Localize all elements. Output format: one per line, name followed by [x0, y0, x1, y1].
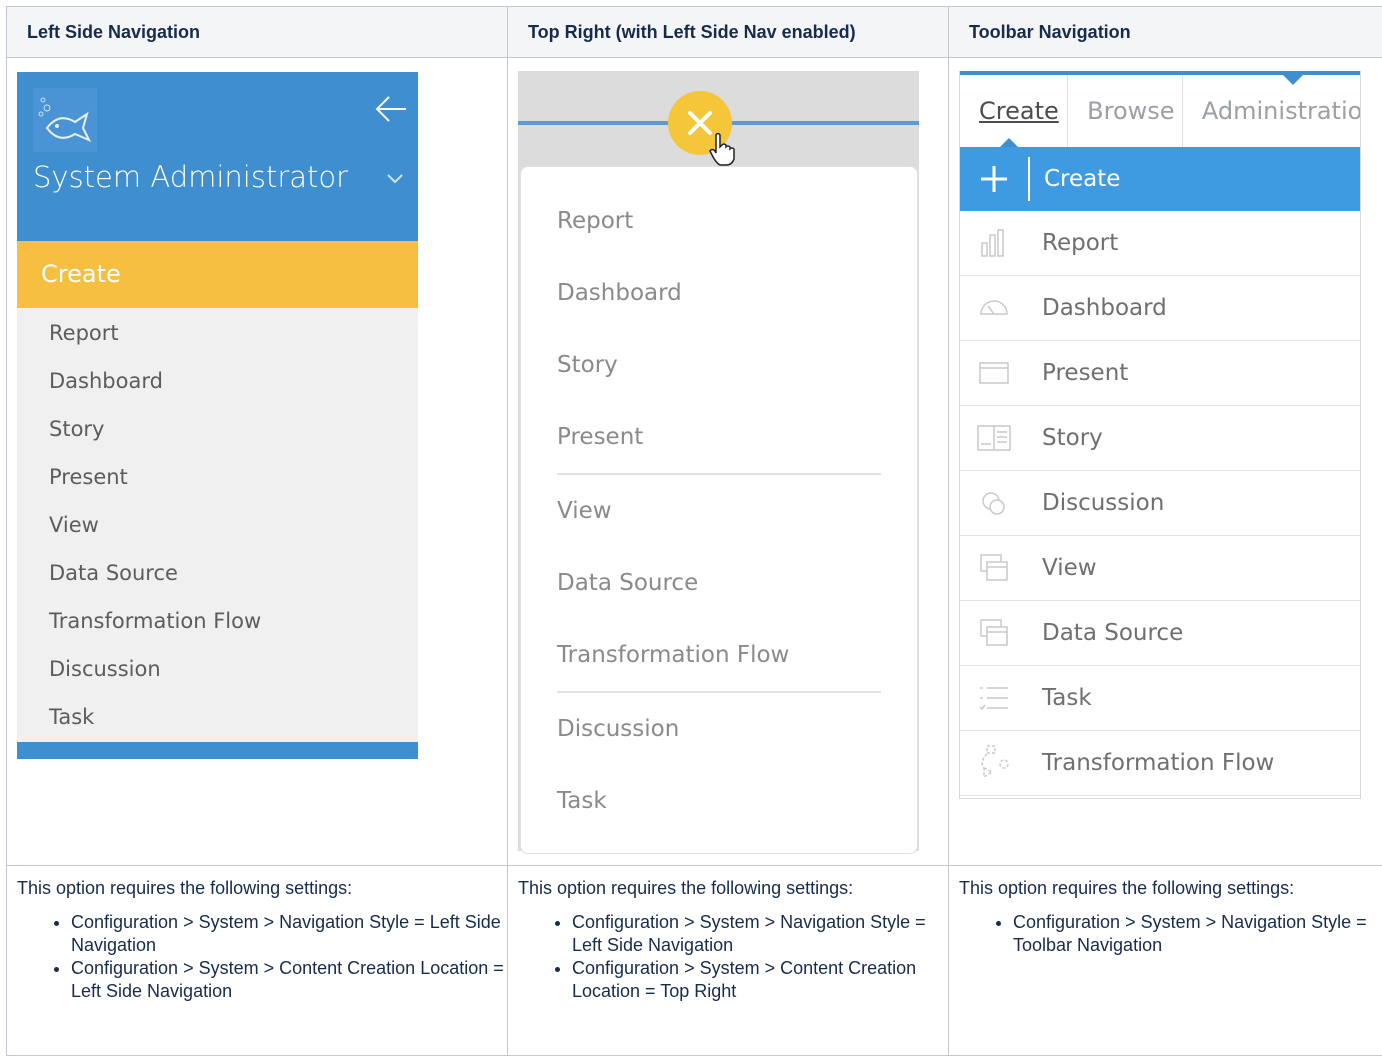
dropdown-item-dashboard[interactable]: Dashboard: [521, 257, 917, 329]
back-arrow-icon[interactable]: [374, 94, 408, 124]
left-nav-item-report[interactable]: Report: [17, 316, 418, 364]
setting-item: Configuration > System > Navigation Styl…: [572, 911, 948, 957]
tab-browse[interactable]: Browse: [1068, 75, 1183, 147]
bar-chart-icon: [960, 211, 1028, 275]
stacked-windows-icon: [960, 536, 1028, 600]
right-notes-cell: This option requires the following setti…: [949, 866, 1382, 1056]
hand-cursor-icon: [708, 131, 738, 167]
left-nav-item-task[interactable]: Task: [17, 700, 418, 748]
toolbar-item-label: Report: [1028, 230, 1118, 256]
toolbar-item-discussion[interactable]: Discussion: [960, 471, 1360, 536]
toolbar-create-button[interactable]: Create: [960, 147, 1360, 211]
dropdown-item-task[interactable]: Task: [521, 765, 917, 837]
toolbar-item-present[interactable]: Present: [960, 341, 1360, 406]
fish-avatar-icon[interactable]: [33, 88, 97, 152]
left-nav-item-dashboard[interactable]: Dashboard: [17, 364, 418, 412]
top-right-panel: Report Dashboard Story Present View Data…: [518, 71, 919, 851]
settings-list: Configuration > System > Navigation Styl…: [959, 911, 1382, 957]
create-dropdown-card: Report Dashboard Story Present View Data…: [520, 166, 918, 854]
chevron-down-icon[interactable]: [386, 172, 404, 184]
toolbar-item-data-source[interactable]: Data Source: [960, 601, 1360, 666]
tab-administration[interactable]: Administratio: [1183, 75, 1360, 147]
toolbar-item-label: Discussion: [1028, 490, 1164, 516]
toolbar-item-report[interactable]: Report: [960, 211, 1360, 276]
tab-create-label: Create: [979, 97, 1059, 125]
setting-item: Configuration > System > Navigation Styl…: [71, 911, 507, 957]
dropdown-item-transformation-flow[interactable]: Transformation Flow: [521, 619, 917, 691]
dropdown-item-data-source[interactable]: Data Source: [521, 547, 917, 619]
active-tab-caret: [1000, 138, 1018, 147]
book-icon: [960, 406, 1028, 470]
toolbar-create-label: Create: [1030, 166, 1120, 192]
setting-item: Configuration > System > Content Creatio…: [572, 957, 948, 1003]
header-toolbar-navigation: Toolbar Navigation: [949, 7, 1382, 58]
toolbar-item-label: View: [1028, 555, 1097, 581]
toolbar-item-label: Transformation Flow: [1028, 750, 1274, 776]
left-notes-cell: This option requires the following setti…: [7, 866, 508, 1056]
toolbar-item-dashboard[interactable]: Dashboard: [960, 276, 1360, 341]
left-side-nav-panel: System Administrator Create Report Dashb…: [17, 72, 418, 759]
middle-notes-cell: This option requires the following setti…: [508, 866, 949, 1056]
left-nav-menu: Report Dashboard Story Present View Data…: [17, 308, 418, 748]
left-nav-item-transformation-flow[interactable]: Transformation Flow: [17, 604, 418, 652]
plus-icon: [960, 157, 1030, 201]
settings-intro: This option requires the following setti…: [959, 878, 1382, 899]
toolbar-item-label: Present: [1028, 360, 1128, 386]
dropdown-item-report[interactable]: Report: [521, 185, 917, 257]
toolbar-create-menu: Create Report Dashboard Present: [960, 147, 1360, 796]
toolbar-item-view[interactable]: View: [960, 536, 1360, 601]
user-name[interactable]: System Administrator: [33, 160, 348, 194]
setting-item: Configuration > System > Navigation Styl…: [1013, 911, 1382, 957]
left-nav-image-cell: System Administrator Create Report Dashb…: [7, 58, 508, 866]
left-nav-item-story[interactable]: Story: [17, 412, 418, 460]
toolbar-tabs: Create Browse Administratio: [960, 75, 1360, 147]
left-nav-item-data-source[interactable]: Data Source: [17, 556, 418, 604]
dropdown-item-discussion[interactable]: Discussion: [521, 693, 917, 765]
toolbar-item-task[interactable]: Task: [960, 666, 1360, 731]
header-left-side-navigation: Left Side Navigation: [7, 7, 508, 58]
left-nav-item-discussion[interactable]: Discussion: [17, 652, 418, 700]
toolbar-image-cell: Create Browse Administratio Create Repor…: [949, 58, 1382, 866]
chat-icon: [960, 471, 1028, 535]
toolbar-item-story[interactable]: Story: [960, 406, 1360, 471]
window-icon: [960, 341, 1028, 405]
gauge-icon: [960, 276, 1028, 340]
dropdown-item-story[interactable]: Story: [521, 329, 917, 401]
settings-list: Configuration > System > Navigation Styl…: [518, 911, 948, 1003]
toolbar-item-transformation-flow[interactable]: Transformation Flow: [960, 731, 1360, 796]
toolbar-item-label: Dashboard: [1028, 295, 1167, 321]
settings-intro: This option requires the following setti…: [518, 878, 948, 899]
toolbar-panel: Create Browse Administratio Create Repor…: [959, 71, 1361, 799]
checklist-icon: [960, 666, 1028, 730]
left-nav-item-view[interactable]: View: [17, 508, 418, 556]
flow-icon: [960, 731, 1028, 795]
left-nav-item-present[interactable]: Present: [17, 460, 418, 508]
left-nav-header: System Administrator: [17, 72, 418, 241]
left-nav-create-button[interactable]: Create: [17, 241, 418, 308]
setting-item: Configuration > System > Content Creatio…: [71, 957, 507, 1003]
stacked-windows-icon: [960, 601, 1028, 665]
left-nav-footer-bar: [17, 742, 418, 759]
settings-intro: This option requires the following setti…: [17, 878, 507, 899]
toolbar-item-label: Task: [1028, 685, 1092, 711]
settings-list: Configuration > System > Navigation Styl…: [17, 911, 507, 1003]
navigation-comparison-table: Left Side Navigation Top Right (with Lef…: [6, 6, 1382, 1056]
dropdown-item-view[interactable]: View: [521, 475, 917, 547]
dropdown-item-present[interactable]: Present: [521, 401, 917, 473]
tab-create[interactable]: Create: [960, 75, 1068, 147]
header-top-right: Top Right (with Left Side Nav enabled): [508, 7, 949, 58]
top-right-image-cell: Report Dashboard Story Present View Data…: [508, 58, 949, 866]
toolbar-item-label: Data Source: [1028, 620, 1183, 646]
toolbar-item-label: Story: [1028, 425, 1103, 451]
